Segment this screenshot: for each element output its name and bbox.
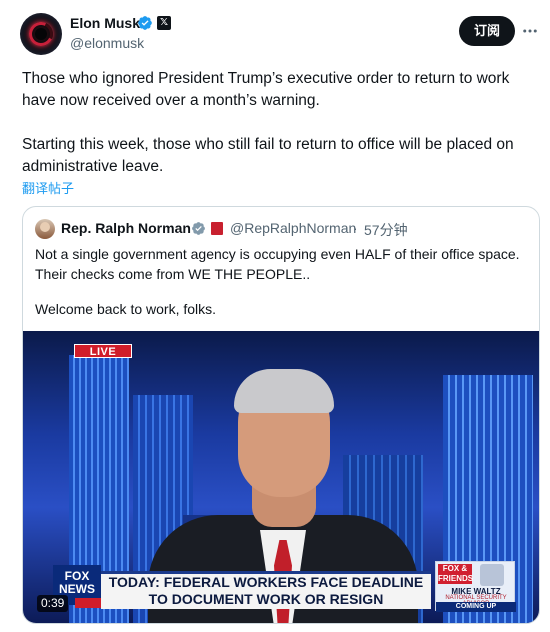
more-icon[interactable]: [520, 22, 540, 38]
verified-badge-icon: [192, 222, 205, 235]
x-affiliate-badge-icon: 𝕏: [157, 16, 171, 30]
fox-news-logo-bar: [75, 598, 101, 608]
quoted-author-name[interactable]: Rep. Ralph Norman: [61, 220, 191, 236]
tweet-paragraph: Starting this week, those who still fail…: [22, 136, 514, 175]
live-badge: LIVE: [74, 344, 132, 358]
hair-graphic: [234, 369, 334, 413]
promo-thumbnail: [480, 564, 504, 586]
quoted-line: Their checks come from WE THE PEOPLE..: [35, 266, 311, 282]
dot-separator: ·: [353, 220, 358, 236]
chyron-line: TODAY: FEDERAL WORKERS FACE DEADLINE: [108, 574, 424, 590]
author-name[interactable]: Elon Musk: [70, 15, 140, 31]
quoted-author-handle[interactable]: @RepRalphNorman: [230, 220, 356, 236]
quoted-timestamp[interactable]: 57分钟: [364, 220, 408, 240]
fox-and-friends-logo: FOX & FRIENDS: [438, 564, 474, 584]
news-chyron: TODAY: FEDERAL WORKERS FACE DEADLINE TO …: [101, 571, 431, 609]
translate-post-link[interactable]: 翻译帖子: [22, 178, 74, 197]
tweet-paragraph: Those who ignored President Trump’s exec…: [22, 70, 510, 109]
author-avatar[interactable]: [20, 13, 62, 55]
promo-coming-up: COMING UP: [436, 602, 516, 612]
quoted-tweet-text: Not a single government agency is occupy…: [35, 244, 529, 319]
avatar-core-graphic: [35, 28, 47, 40]
video-duration: 0:39: [37, 595, 69, 612]
verified-badge-icon: [138, 16, 152, 30]
quoted-line: Welcome back to work, folks.: [35, 301, 217, 317]
quoted-tweet[interactable]: Rep. Ralph Norman @RepRalphNorman · 57分钟…: [22, 206, 540, 624]
quoted-line: Not a single government agency is occupy…: [35, 246, 520, 262]
chyron-line: TO DOCUMENT WORK OR RESIGN: [148, 591, 384, 607]
quoted-author-avatar[interactable]: [35, 219, 55, 239]
author-handle[interactable]: @elonmusk: [70, 35, 144, 51]
government-affiliation-icon: [211, 222, 223, 235]
coming-up-promo: FOX & FRIENDS MIKE WALTZ NATIONAL SECURI…: [435, 561, 516, 612]
tweet-text: Those who ignored President Trump’s exec…: [22, 68, 542, 178]
subscribe-button[interactable]: 订阅: [459, 16, 515, 46]
more-dots-icon: [523, 29, 537, 33]
video-player[interactable]: LIVE FOX NEWS TODAY: FEDERAL WORKERS FAC…: [23, 331, 539, 623]
